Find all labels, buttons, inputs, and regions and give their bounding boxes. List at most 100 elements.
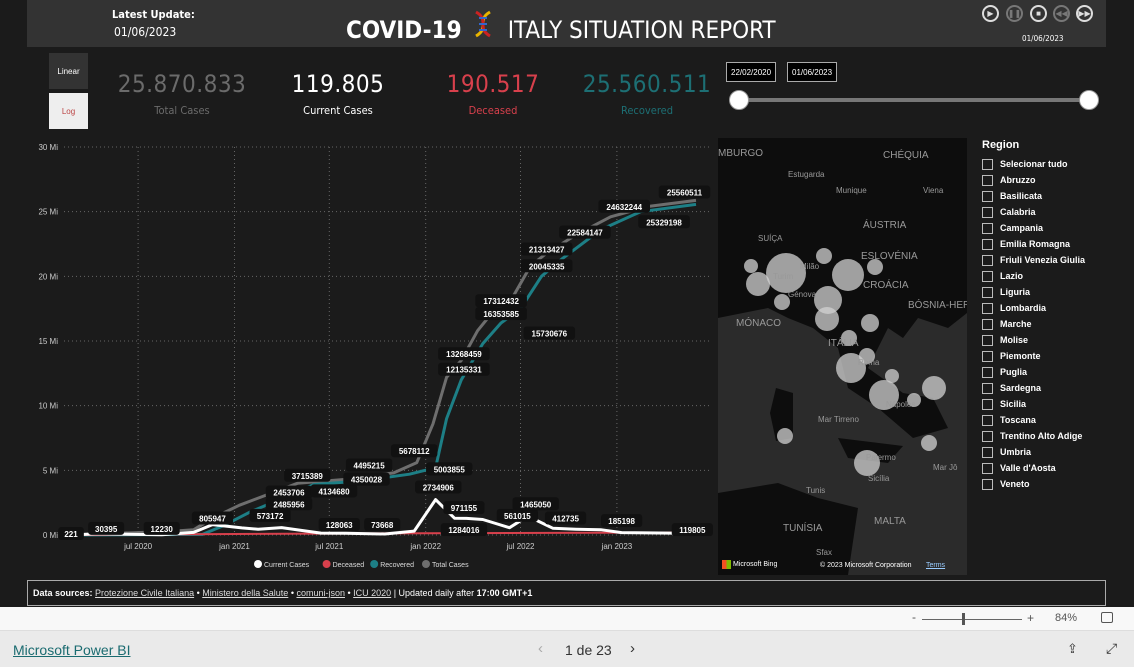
y-tick-label: 5 Mi xyxy=(43,466,58,475)
region-option[interactable]: Marche xyxy=(982,316,1085,332)
power-bi-link[interactable]: Microsoft Power BI xyxy=(13,642,130,658)
region-option[interactable]: Lazio xyxy=(982,268,1085,284)
checkbox[interactable] xyxy=(982,398,993,410)
map-label: MALTA xyxy=(874,516,906,527)
region-option[interactable]: Umbria xyxy=(982,444,1085,460)
region-bubble[interactable] xyxy=(744,259,758,273)
legend-marker xyxy=(254,560,262,568)
checkbox[interactable] xyxy=(982,158,993,170)
region-option[interactable]: Selecionar tudo xyxy=(982,156,1085,172)
source-link[interactable]: comuni-json xyxy=(296,588,345,598)
map-label: ITÁLIA xyxy=(828,338,859,349)
region-option[interactable]: Campania xyxy=(982,220,1085,236)
region-option[interactable]: Friuli Venezia Giulia xyxy=(982,252,1085,268)
checkbox[interactable] xyxy=(982,174,993,186)
region-option[interactable]: Abruzzo xyxy=(982,172,1085,188)
region-option[interactable]: Liguria xyxy=(982,284,1085,300)
region-option[interactable]: Calabria xyxy=(982,204,1085,220)
region-bubble[interactable] xyxy=(922,376,946,400)
y-tick-label: 30 Mi xyxy=(38,143,58,152)
map-label: TUNÍSIA xyxy=(783,523,823,534)
map-label: Roma xyxy=(858,358,880,367)
region-option[interactable]: Valle d'Aosta xyxy=(982,460,1085,476)
region-option[interactable]: Piemonte xyxy=(982,348,1085,364)
region-option[interactable]: Sardegna xyxy=(982,380,1085,396)
end-date-input[interactable]: 01/06/2023 xyxy=(787,62,838,82)
region-option[interactable]: Emilia Romagna xyxy=(982,236,1085,252)
checkbox[interactable] xyxy=(982,430,993,442)
zoom-slider[interactable] xyxy=(922,619,1022,620)
map-terms-link[interactable]: Terms xyxy=(926,562,945,569)
y-tick-label: 15 Mi xyxy=(38,337,58,346)
log-scale-button[interactable]: Log xyxy=(49,93,88,129)
data-label: 2453706 xyxy=(273,489,305,498)
date-range-slider[interactable] xyxy=(738,98,1090,102)
previous-page-button[interactable]: ‹ xyxy=(538,640,543,657)
data-label: 4350028 xyxy=(351,476,383,485)
checkbox[interactable] xyxy=(982,190,993,202)
data-label: 805947 xyxy=(199,514,226,523)
map-label: Estugarda xyxy=(788,170,825,179)
data-label: 5003855 xyxy=(434,465,466,474)
checkbox[interactable] xyxy=(982,478,993,490)
checkbox[interactable] xyxy=(982,446,993,458)
region-option[interactable]: Trentino Alto Adige xyxy=(982,428,1085,444)
source-link[interactable]: ICU 2020 xyxy=(353,588,391,598)
checkbox[interactable] xyxy=(982,318,993,330)
zoom-in-button[interactable]: + xyxy=(1027,611,1034,625)
zoom-slider-handle[interactable] xyxy=(962,613,965,625)
checkbox[interactable] xyxy=(982,334,993,346)
fullscreen-icon[interactable]: ⤢ xyxy=(1106,640,1117,657)
next-button[interactable]: ▶▶ xyxy=(1076,5,1093,22)
source-link[interactable]: Ministero della Salute xyxy=(202,588,288,598)
checkbox[interactable] xyxy=(982,462,993,474)
region-bubble-map[interactable]: MBURGO CHÉQUIA Estugarda Munique Viena ÁUSTRI… xyxy=(718,138,967,575)
region-bubble[interactable] xyxy=(777,428,793,444)
region-option[interactable]: Sicilia xyxy=(982,396,1085,412)
kpi-recovered: 25.560.511 Recovered xyxy=(582,70,712,117)
checkbox[interactable] xyxy=(982,302,993,314)
region-bubble[interactable] xyxy=(861,314,879,332)
data-label: 4495215 xyxy=(354,461,386,470)
previous-button[interactable]: ◀◀ xyxy=(1053,5,1070,22)
checkbox[interactable] xyxy=(982,238,993,250)
play-button[interactable]: ▶ xyxy=(982,5,999,22)
slider-end-handle[interactable] xyxy=(1079,90,1099,110)
region-bubble[interactable] xyxy=(832,259,864,291)
checkbox[interactable] xyxy=(982,254,993,266)
source-link[interactable]: Protezione Civile Italiana xyxy=(95,588,194,598)
share-icon[interactable]: ⇪ xyxy=(1067,641,1078,657)
checkbox[interactable] xyxy=(982,206,993,218)
data-label: 561015 xyxy=(504,512,531,521)
region-bubble[interactable] xyxy=(746,272,770,296)
region-option[interactable]: Puglia xyxy=(982,364,1085,380)
checkbox[interactable] xyxy=(982,286,993,298)
checkbox[interactable] xyxy=(982,350,993,362)
checkbox[interactable] xyxy=(982,222,993,234)
region-option[interactable]: Lombardia xyxy=(982,300,1085,316)
zoom-out-button[interactable]: - xyxy=(912,610,916,624)
slider-start-handle[interactable] xyxy=(729,90,749,110)
region-bubble[interactable] xyxy=(815,307,839,331)
start-date-input[interactable]: 22/02/2020 xyxy=(726,62,777,82)
checkbox[interactable] xyxy=(982,366,993,378)
region-option[interactable]: Basilicata xyxy=(982,188,1085,204)
checkbox[interactable] xyxy=(982,382,993,394)
stop-button[interactable]: ■ xyxy=(1030,5,1047,22)
latest-update-label: Latest Update: xyxy=(112,8,195,21)
data-label: 4134680 xyxy=(318,487,350,496)
next-page-button[interactable]: › xyxy=(630,640,635,657)
region-bubble[interactable] xyxy=(921,435,937,451)
linear-scale-button[interactable]: Linear xyxy=(49,53,88,89)
play-axis-date: 01/06/2023 xyxy=(1022,34,1064,43)
fit-to-page-icon[interactable] xyxy=(1101,612,1113,623)
region-option[interactable]: Molise xyxy=(982,332,1085,348)
checkbox[interactable] xyxy=(982,270,993,282)
pause-button[interactable]: ❚❚ xyxy=(1006,5,1023,22)
map-label: Mar Tirreno xyxy=(818,415,859,424)
region-option[interactable]: Veneto xyxy=(982,476,1085,492)
checkbox[interactable] xyxy=(982,414,993,426)
region-option[interactable]: Toscana xyxy=(982,412,1085,428)
data-label: 412735 xyxy=(552,514,579,523)
map-canvas xyxy=(718,138,967,575)
